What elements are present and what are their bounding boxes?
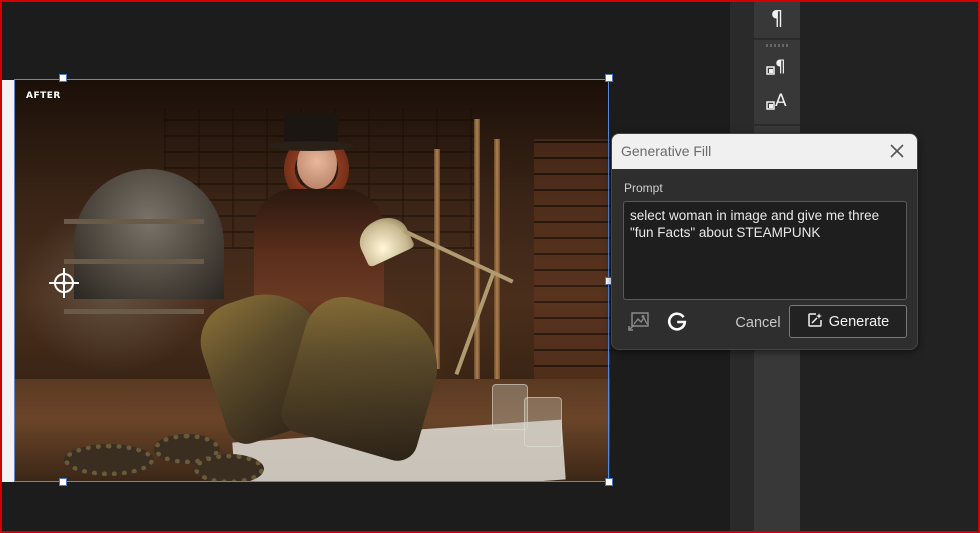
generative-fill-dialog: Generative Fill Prompt select woman in i… — [611, 133, 918, 350]
cancel-button[interactable]: Cancel — [730, 312, 786, 334]
reference-image-icon[interactable] — [628, 311, 650, 331]
generate-button[interactable]: Generate — [789, 305, 907, 338]
prompt-label: Prompt — [624, 181, 663, 195]
resize-handle-top[interactable] — [59, 74, 67, 82]
generate-sparkle-icon — [807, 312, 823, 332]
paragraph-icon[interactable]: ¶ — [762, 3, 792, 33]
svg-text:A: A — [775, 91, 787, 111]
close-icon[interactable] — [887, 141, 907, 161]
reference-point-icon[interactable] — [49, 268, 79, 298]
svg-text:¶: ¶ — [775, 57, 786, 77]
dialog-header[interactable]: Generative Fill — [612, 134, 917, 169]
character-style-icon[interactable]: A — [762, 86, 792, 116]
resize-handle-bottom[interactable] — [59, 478, 67, 486]
tool-separator — [754, 38, 800, 40]
tool-separator — [754, 124, 800, 126]
generate-label: Generate — [828, 313, 890, 330]
dialog-title: Generative Fill — [621, 143, 712, 159]
panel-grip[interactable] — [766, 44, 788, 47]
google-g-icon[interactable] — [666, 311, 688, 333]
paragraph-style-icon[interactable]: ¶ — [762, 52, 792, 82]
prompt-input[interactable]: select woman in image and give me three … — [623, 201, 907, 300]
resize-handle-bottom-right[interactable] — [605, 478, 613, 486]
selection-frame[interactable] — [14, 79, 609, 482]
resize-handle-top-right[interactable] — [605, 74, 613, 82]
